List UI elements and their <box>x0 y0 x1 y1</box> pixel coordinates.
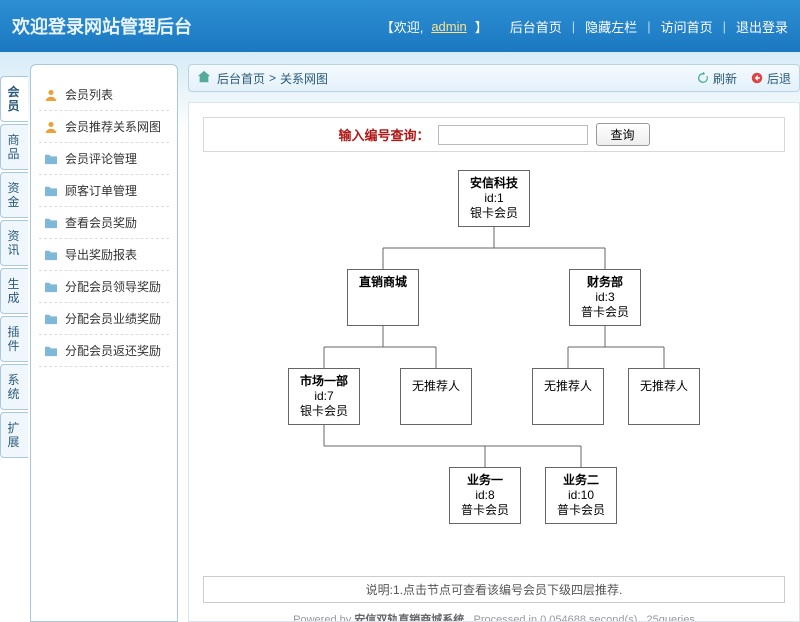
sidebar-item-label: 分配会员返还奖励 <box>65 342 161 359</box>
tab-product[interactable]: 商品 <box>0 124 28 170</box>
folder-icon <box>43 344 59 358</box>
node-none-1[interactable]: 无推荐人 <box>400 368 472 425</box>
sidebar-item-label: 会员列表 <box>65 86 113 103</box>
sidebar-item-6[interactable]: 分配会员领导奖励 <box>39 271 169 303</box>
crumb-current: 关系网图 <box>280 70 328 87</box>
admin-name[interactable]: admin <box>431 19 466 34</box>
nav-visit-front[interactable]: 访问首页 <box>661 17 713 36</box>
folder-icon <box>43 312 59 326</box>
sidebar-item-label: 导出奖励报表 <box>65 246 137 263</box>
back-button[interactable]: 后退 <box>751 70 791 87</box>
node-root[interactable]: 安信科技id:1银卡会员 <box>458 170 530 227</box>
sidebar-item-label: 会员评论管理 <box>65 150 137 167</box>
nav-hide-sidebar[interactable]: 隐藏左栏 <box>585 17 637 36</box>
search-label: 输入编号查询： <box>338 125 429 144</box>
note-text: 说明:1.点击节点可查看该编号会员下级四层推荐. <box>203 576 785 603</box>
user-icon <box>43 88 59 102</box>
footer: Powered by 安信双轨直销商城系统 , Processed in 0.0… <box>189 607 799 622</box>
node-yewu2[interactable]: 业务二id:10普卡会员 <box>545 467 617 524</box>
nav-logout[interactable]: 退出登录 <box>736 17 788 36</box>
crumb-sep: > <box>269 71 276 85</box>
tab-member[interactable]: 会员 <box>0 76 28 122</box>
category-tabs: 会员 商品 资金 资讯 生成 插件 系统 扩展 <box>0 52 30 622</box>
tab-news[interactable]: 资讯 <box>0 220 28 266</box>
home-icon <box>197 70 211 87</box>
sidebar-item-2[interactable]: 会员评论管理 <box>39 143 169 175</box>
sidebar-item-5[interactable]: 导出奖励报表 <box>39 239 169 271</box>
folder-icon <box>43 248 59 262</box>
node-none-2[interactable]: 无推荐人 <box>532 368 604 425</box>
sidebar-item-label: 分配会员业绩奖励 <box>65 310 161 327</box>
search-button[interactable]: 查询 <box>596 123 650 146</box>
sidebar-item-1[interactable]: 会员推荐关系网图 <box>39 111 169 143</box>
nav-home[interactable]: 后台首页 <box>510 17 562 36</box>
node-zhixiao[interactable]: 直销商城 <box>347 269 419 326</box>
sidebar-item-label: 顾客订单管理 <box>65 182 137 199</box>
welcome-left: 【欢迎, <box>381 17 424 36</box>
tab-extend[interactable]: 扩展 <box>0 412 28 458</box>
search-input[interactable] <box>438 125 588 145</box>
node-caiwu[interactable]: 财务部id:3普卡会员 <box>569 269 641 326</box>
app-title: 欢迎登录网站管理后台 <box>12 13 192 39</box>
refresh-button[interactable]: 刷新 <box>697 70 737 87</box>
folder-icon <box>43 216 59 230</box>
node-none-3[interactable]: 无推荐人 <box>628 368 700 425</box>
sidebar: 会员列表会员推荐关系网图会员评论管理顾客订单管理查看会员奖励导出奖励报表分配会员… <box>30 64 178 622</box>
sidebar-item-7[interactable]: 分配会员业绩奖励 <box>39 303 169 335</box>
tab-system[interactable]: 系统 <box>0 364 28 410</box>
sidebar-item-3[interactable]: 顾客订单管理 <box>39 175 169 207</box>
sidebar-item-label: 会员推荐关系网图 <box>65 118 161 135</box>
node-yewu1[interactable]: 业务一id:8普卡会员 <box>449 467 521 524</box>
user-icon <box>43 120 59 134</box>
tab-plugin[interactable]: 插件 <box>0 316 28 362</box>
folder-icon <box>43 280 59 294</box>
folder-icon <box>43 152 59 166</box>
folder-icon <box>43 184 59 198</box>
tab-generate[interactable]: 生成 <box>0 268 28 314</box>
welcome-right: 】 <box>475 17 488 36</box>
sidebar-item-label: 分配会员领导奖励 <box>65 278 161 295</box>
sidebar-item-8[interactable]: 分配会员返还奖励 <box>39 335 169 367</box>
node-shichang[interactable]: 市场一部id:7银卡会员 <box>288 368 360 425</box>
sidebar-item-0[interactable]: 会员列表 <box>39 79 169 111</box>
sidebar-item-label: 查看会员奖励 <box>65 214 137 231</box>
sidebar-item-4[interactable]: 查看会员奖励 <box>39 207 169 239</box>
crumb-home[interactable]: 后台首页 <box>217 70 265 87</box>
tab-fund[interactable]: 资金 <box>0 172 28 218</box>
